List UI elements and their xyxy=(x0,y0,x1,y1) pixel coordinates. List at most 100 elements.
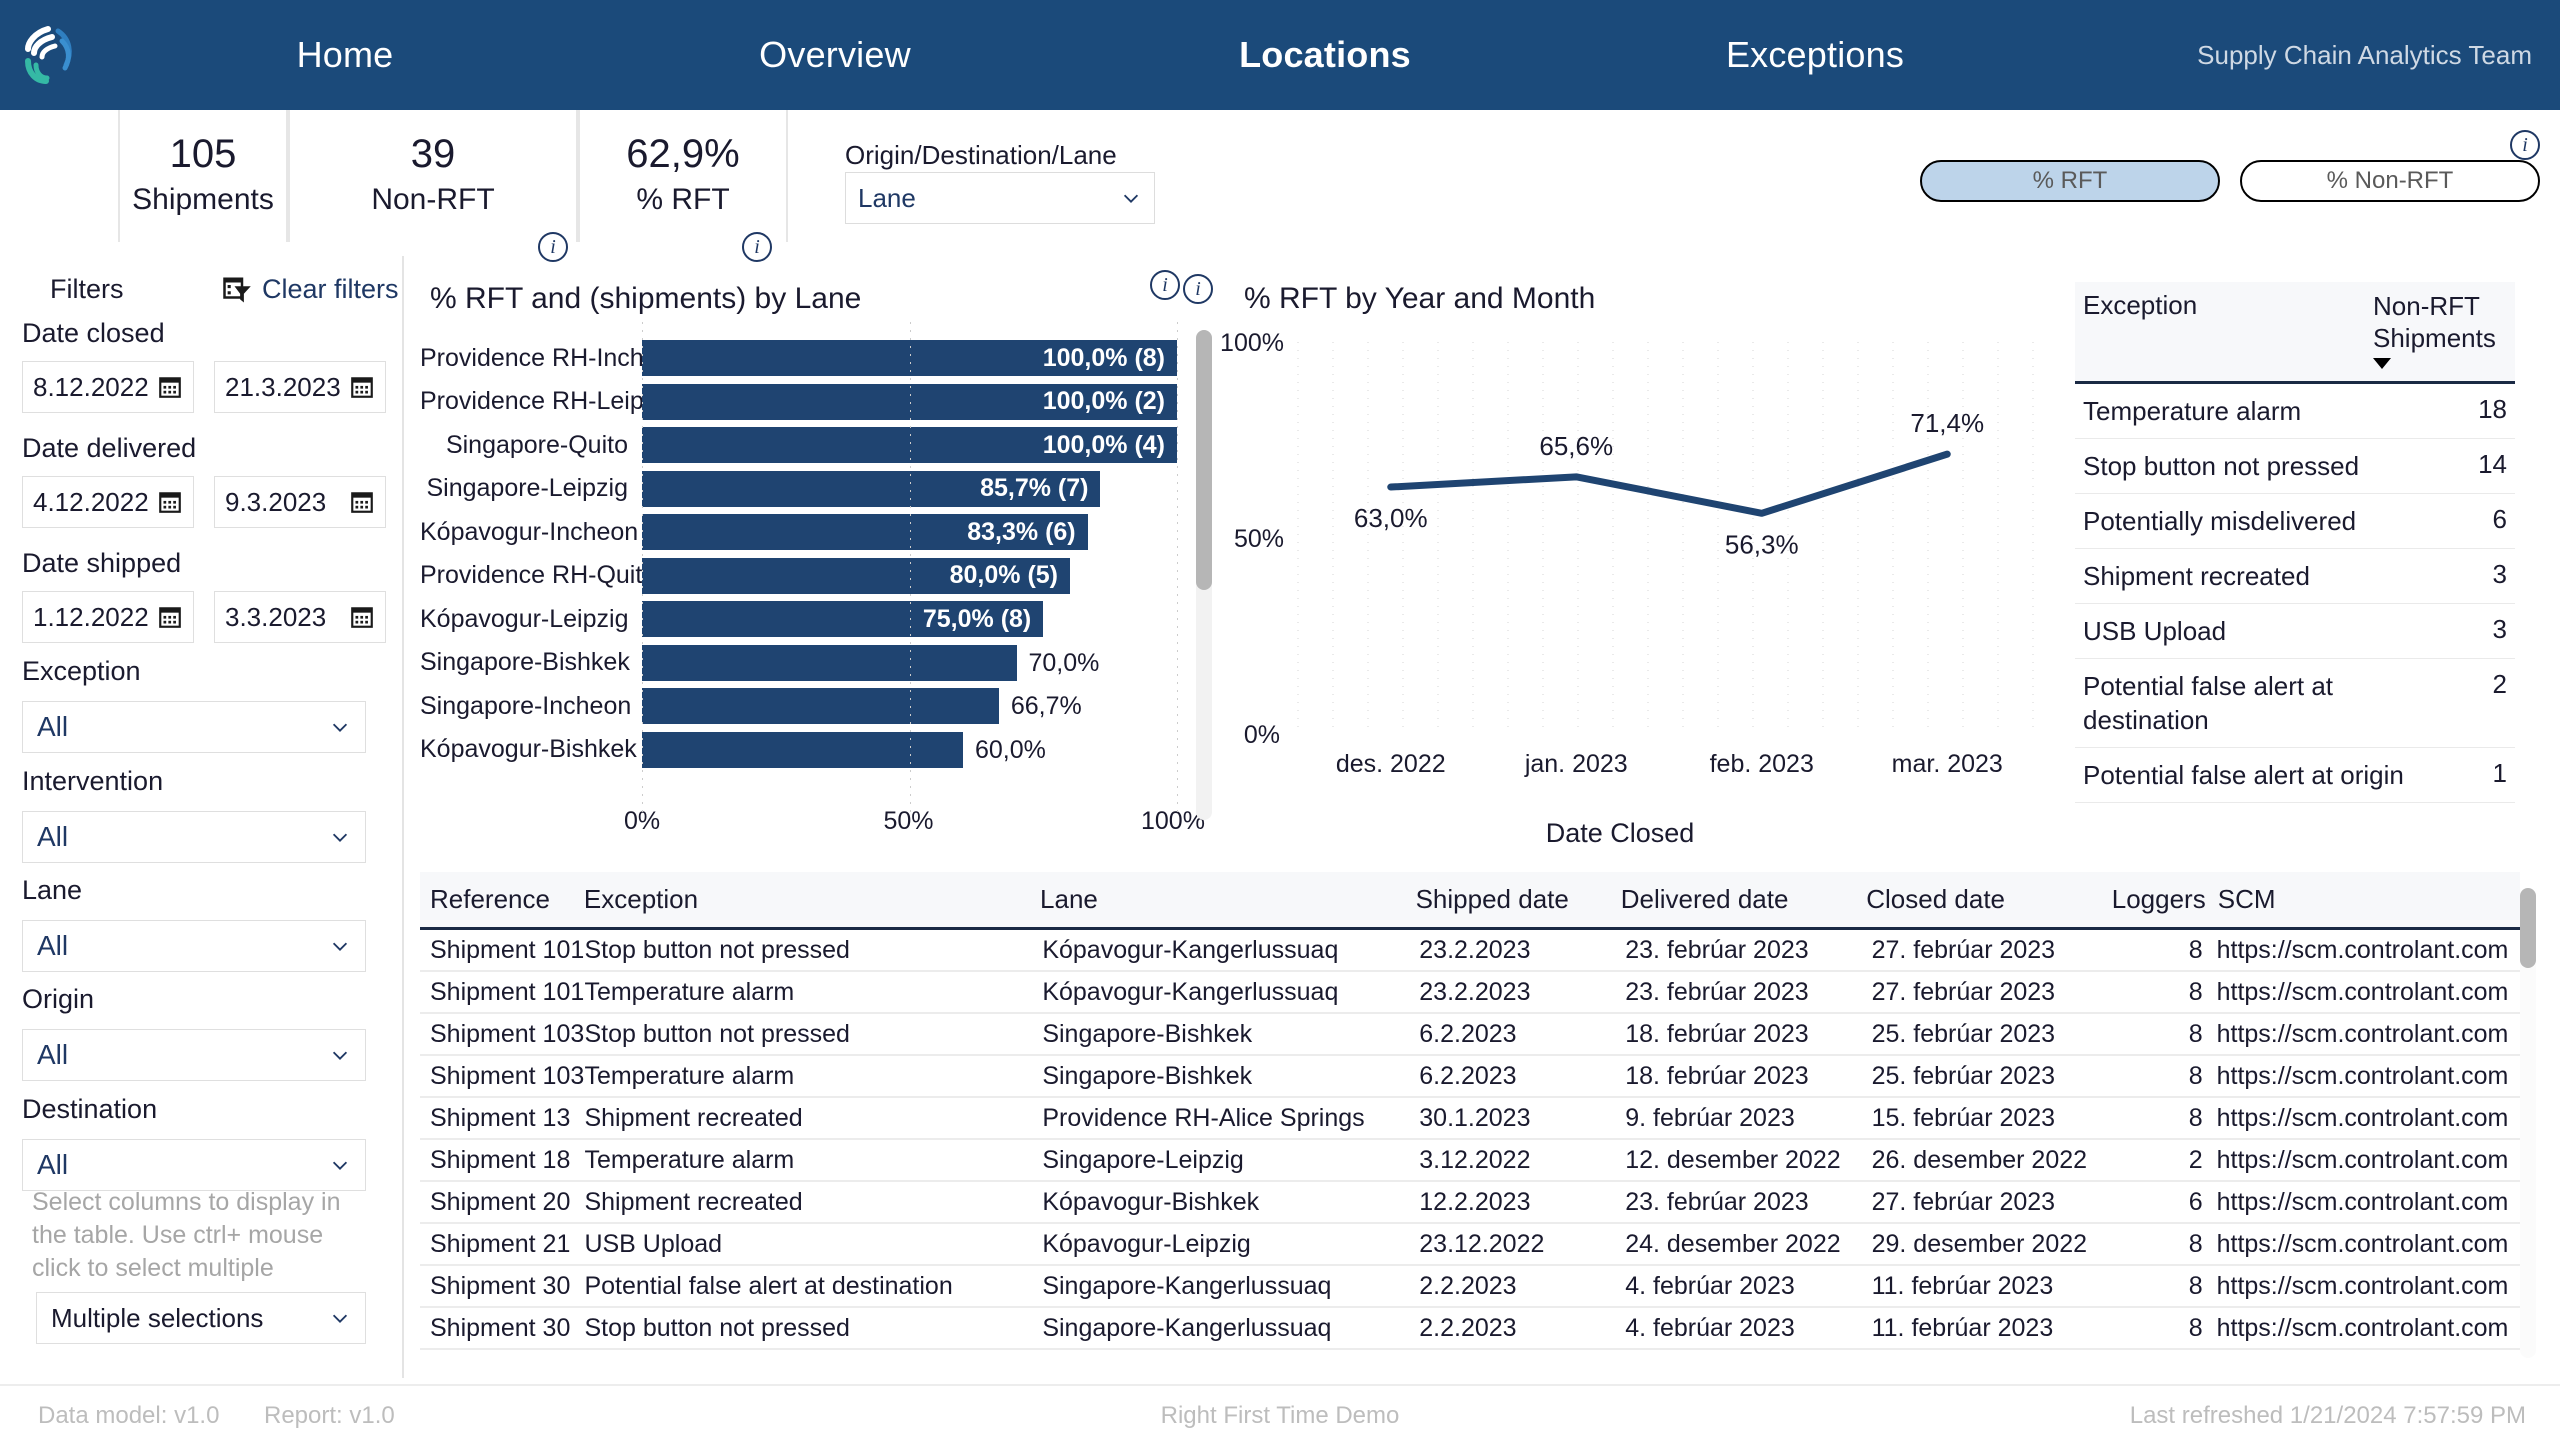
bar-row[interactable]: Singapore-Quito 100,0% (4) xyxy=(420,427,1180,463)
bar-row[interactable]: Providence RH-Quito 80,0% (5) xyxy=(420,557,1180,594)
line-x-tick-label: feb. 2023 xyxy=(1710,750,1814,778)
bar-category-label: Providence RH-Leipzig xyxy=(420,387,676,415)
bar-fill[interactable]: 83,3% (6) xyxy=(642,514,1088,550)
nav-link-home[interactable]: Home xyxy=(100,0,590,110)
date-closed-to[interactable]: 21.3.2023 xyxy=(214,361,386,413)
clear-filters-button[interactable]: Clear filters xyxy=(222,274,399,305)
exception-summary-row[interactable]: Potential false alert at destination 2 xyxy=(2075,659,2515,748)
info-icon-bar-chart[interactable]: i xyxy=(1150,270,1180,300)
toggle-pct-rft[interactable]: % RFT xyxy=(1920,160,2220,202)
line-chart-x-axis-title: Date Closed xyxy=(1545,818,1695,848)
dropdown-origin[interactable]: All xyxy=(22,1029,366,1081)
dropdown-columns[interactable]: Multiple selections xyxy=(36,1292,366,1344)
toggle-pct-non-rft[interactable]: % Non-RFT xyxy=(2240,160,2540,202)
filter-group-exception: Exception All xyxy=(22,656,366,753)
columns-help-text: Select columns to display in the table. … xyxy=(32,1188,341,1282)
cell-scm[interactable]: https://scm.controlant.com xyxy=(2217,1230,2520,1259)
table-row[interactable]: Shipment 103 Stop button not pressed Singa… xyxy=(420,1014,2520,1056)
line-series[interactable] xyxy=(1387,450,1951,517)
bar-fill[interactable]: 85,7% (7) xyxy=(642,470,1101,507)
cell-scm[interactable]: https://scm.controlant.com xyxy=(2217,1104,2520,1133)
info-icon-line-chart[interactable]: i xyxy=(1183,274,1213,304)
col-header-reference[interactable]: Reference xyxy=(420,884,584,915)
dropdown-exception[interactable]: All xyxy=(22,701,366,753)
bar-row[interactable]: Providence RH-Incheon 100,0% (8) xyxy=(420,340,1180,376)
date-delivered-from-value: 4.12.2022 xyxy=(33,486,149,517)
nav-link-overview[interactable]: Overview xyxy=(590,0,1080,110)
bar-fill[interactable] xyxy=(642,688,999,724)
origin-destination-lane-select[interactable]: Lane xyxy=(845,172,1155,224)
dropdown-destination[interactable]: All xyxy=(22,1139,366,1191)
table-row[interactable]: Shipment 30 Potential false alert at dest… xyxy=(420,1266,2520,1308)
date-delivered-to[interactable]: 9.3.2023 xyxy=(214,476,386,528)
table-row[interactable]: Shipment 21 USB Upload Kópavogur-Leipzig 23… xyxy=(420,1224,2520,1266)
top-navigation-bar: Home Overview Locations Exceptions Suppl… xyxy=(0,0,2560,110)
bar-fill[interactable]: 75,0% (8) xyxy=(642,601,1044,637)
exception-summary-header-exception[interactable]: Exception xyxy=(2083,290,2373,321)
team-label: Supply Chain Analytics Team xyxy=(2197,39,2532,70)
bar-fill[interactable] xyxy=(642,731,963,768)
cell-scm[interactable]: https://scm.controlant.com xyxy=(2217,978,2520,1007)
nav-link-exceptions[interactable]: Exceptions xyxy=(1570,0,2060,110)
info-icon-pctrft[interactable]: i xyxy=(742,232,772,262)
dropdown-lane[interactable]: All xyxy=(22,920,366,972)
cell-scm[interactable]: https://scm.controlant.com xyxy=(2217,1062,2520,1091)
col-header-closed-date[interactable]: Closed date xyxy=(1866,884,2111,915)
bar-row[interactable]: Singapore-Bishkek 70,0% xyxy=(420,644,1180,681)
dropdown-intervention[interactable]: All xyxy=(22,811,366,863)
col-header-delivered-date[interactable]: Delivered date xyxy=(1621,884,1866,915)
bar-fill[interactable] xyxy=(642,644,1017,681)
exception-summary-row[interactable]: Potentially misdelivered 6 xyxy=(2075,494,2515,549)
cell-scm[interactable]: https://scm.controlant.com xyxy=(2217,1146,2520,1175)
kpi-value-shipments: 105 xyxy=(169,132,237,176)
exception-name: Potentially misdelivered xyxy=(2083,506,2357,536)
date-shipped-to[interactable]: 3.3.2023 xyxy=(214,591,386,643)
date-closed-from[interactable]: 8.12.2022 xyxy=(22,361,194,413)
exception-summary-row[interactable]: USB Upload 3 xyxy=(2075,604,2515,659)
col-header-exception[interactable]: Exception xyxy=(584,884,1040,915)
bar-row[interactable]: Kópavogur-Incheon 83,3% (6) xyxy=(420,514,1180,550)
cell-reference: Shipment 30 xyxy=(430,1271,571,1300)
cell-lane: Kópavogur-Kangerlussuaq xyxy=(1042,977,1339,1006)
cell-scm[interactable]: https://scm.controlant.com xyxy=(2217,1314,2520,1343)
bar-row[interactable]: Singapore-Leipzig 85,7% (7) xyxy=(420,470,1180,507)
table-row[interactable]: Shipment 20 Shipment recreated Kópavogur-B… xyxy=(420,1182,2520,1224)
dropdown-destination-value: All xyxy=(37,1149,69,1180)
exception-summary-row[interactable]: Stop button not pressed 14 xyxy=(2075,439,2515,494)
table-row[interactable]: Shipment 13 Shipment recreated Providence … xyxy=(420,1098,2520,1140)
info-icon-toggles[interactable]: i xyxy=(2510,130,2540,160)
cell-scm[interactable]: https://scm.controlant.com xyxy=(2217,1020,2520,1049)
exception-summary-row[interactable]: Potential false alert at origin 1 xyxy=(2075,748,2515,803)
exception-summary-body: Temperature alarm 18 Stop button not press… xyxy=(2075,384,2515,803)
info-icon-nonrft[interactable]: i xyxy=(538,232,568,262)
table-row[interactable]: Shipment 101 Temperature alarm Kópavogur-K… xyxy=(420,972,2520,1014)
exception-summary-row[interactable]: Temperature alarm 18 xyxy=(2075,384,2515,439)
nav-link-locations[interactable]: Locations xyxy=(1080,0,1570,110)
exception-name: Stop button not pressed xyxy=(2083,451,2360,481)
col-header-lane[interactable]: Lane xyxy=(1040,884,1416,915)
cell-scm[interactable]: https://scm.controlant.com xyxy=(2217,1272,2520,1301)
table-row[interactable]: Shipment 103 Temperature alarm Singapore-B… xyxy=(420,1056,2520,1098)
filter-group-date-shipped: Date shipped 1.12.2022 3.3.2023 xyxy=(22,548,386,643)
exception-summary-row[interactable]: Shipment recreated 3 xyxy=(2075,549,2515,604)
col-header-scm[interactable]: SCM xyxy=(2218,884,2520,915)
detail-table-scrollbar-thumb[interactable] xyxy=(2520,888,2536,968)
bar-row[interactable]: Singapore-Incheon 66,7% xyxy=(420,688,1180,724)
bar-fill[interactable]: 80,0% (5) xyxy=(642,557,1070,594)
cell-loggers: 8 xyxy=(2188,1271,2203,1300)
col-header-loggers[interactable]: Loggers xyxy=(2112,884,2218,915)
table-row[interactable]: Shipment 30 Stop button not pressed Singap… xyxy=(420,1308,2520,1350)
bar-row[interactable]: Kópavogur-Bishkek 60,0% xyxy=(420,731,1180,768)
exception-summary-header-count[interactable]: Non-RFT Shipments xyxy=(2373,290,2507,369)
dropdown-exception-value: All xyxy=(37,711,69,742)
col-header-shipped-date[interactable]: Shipped date xyxy=(1416,884,1621,915)
cell-scm[interactable]: https://scm.controlant.com xyxy=(2217,1188,2520,1217)
cell-scm[interactable]: https://scm.controlant.com xyxy=(2217,936,2520,965)
table-row[interactable]: Shipment 18 Temperature alarm Singapore-Le… xyxy=(420,1140,2520,1182)
bar-row[interactable]: Kópavogur-Leipzig 75,0% (8) xyxy=(420,601,1180,637)
bar-row[interactable]: Providence RH-Leipzig 100,0% (2) xyxy=(420,383,1180,420)
date-delivered-from[interactable]: 4.12.2022 xyxy=(22,476,194,528)
table-row[interactable]: Shipment 101 Stop button not pressed Kópav… xyxy=(420,930,2520,972)
date-shipped-from[interactable]: 1.12.2022 xyxy=(22,591,194,643)
detail-table-scrollbar[interactable] xyxy=(2520,888,2536,1358)
